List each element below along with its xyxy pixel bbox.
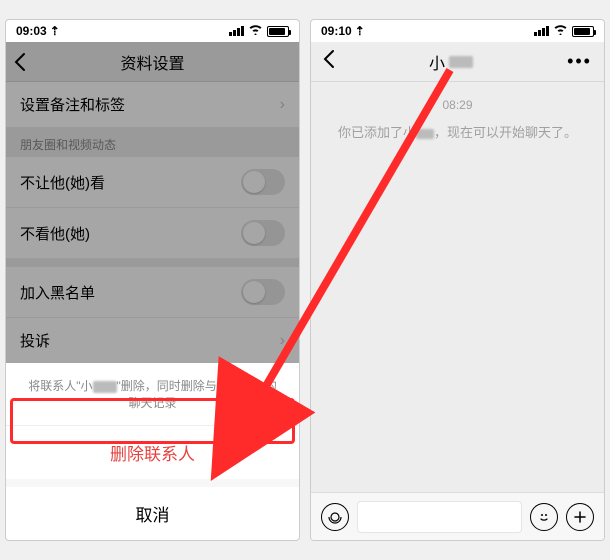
sheet-message: 将联系人"小"删除，同时删除与该联系人的聊天记录 bbox=[6, 363, 299, 426]
plus-icon[interactable] bbox=[566, 503, 594, 531]
location-arrow-icon: ⇡ bbox=[355, 24, 365, 38]
redacted-name bbox=[93, 381, 117, 393]
chat-header: 小 ••• bbox=[311, 42, 604, 82]
battery-icon bbox=[572, 26, 594, 37]
chat-body[interactable]: 08:29 你已添加了小，现在可以开始聊天了。 bbox=[311, 82, 604, 492]
action-sheet: 将联系人"小"删除，同时删除与该联系人的聊天记录 删除联系人 取消 bbox=[6, 363, 299, 540]
status-bar: 09:03 ⇡ bbox=[6, 20, 299, 42]
signal-icon bbox=[229, 26, 244, 36]
status-time: 09:03 bbox=[16, 24, 47, 38]
system-message: 你已添加了小，现在可以开始聊天了。 bbox=[321, 122, 594, 141]
more-icon[interactable]: ••• bbox=[567, 51, 592, 72]
chat-input-bar bbox=[311, 492, 604, 540]
phone-right-chat: 09:10 ⇡ 小 ••• 08:29 bbox=[310, 19, 605, 541]
message-input[interactable] bbox=[357, 501, 522, 533]
voice-icon[interactable] bbox=[321, 503, 349, 531]
emoji-icon[interactable] bbox=[530, 503, 558, 531]
back-icon[interactable] bbox=[323, 49, 335, 74]
battery-icon bbox=[267, 26, 289, 37]
delete-contact-button[interactable]: 删除联系人 bbox=[6, 426, 299, 487]
chat-title: 小 bbox=[429, 50, 473, 74]
redacted-name bbox=[416, 129, 434, 139]
phone-left-profile-settings: 09:03 ⇡ 邮件 资料设置 设置备注和标签 bbox=[5, 19, 300, 541]
status-time: 09:10 bbox=[321, 24, 352, 38]
chat-timestamp: 08:29 bbox=[321, 98, 594, 112]
status-bar: 09:10 ⇡ bbox=[311, 20, 604, 42]
wifi-icon bbox=[248, 24, 263, 38]
redacted-name bbox=[449, 56, 473, 68]
wifi-icon bbox=[553, 24, 568, 38]
location-arrow-icon: ⇡ bbox=[50, 24, 60, 38]
signal-icon bbox=[534, 26, 549, 36]
cancel-button[interactable]: 取消 bbox=[6, 487, 299, 540]
